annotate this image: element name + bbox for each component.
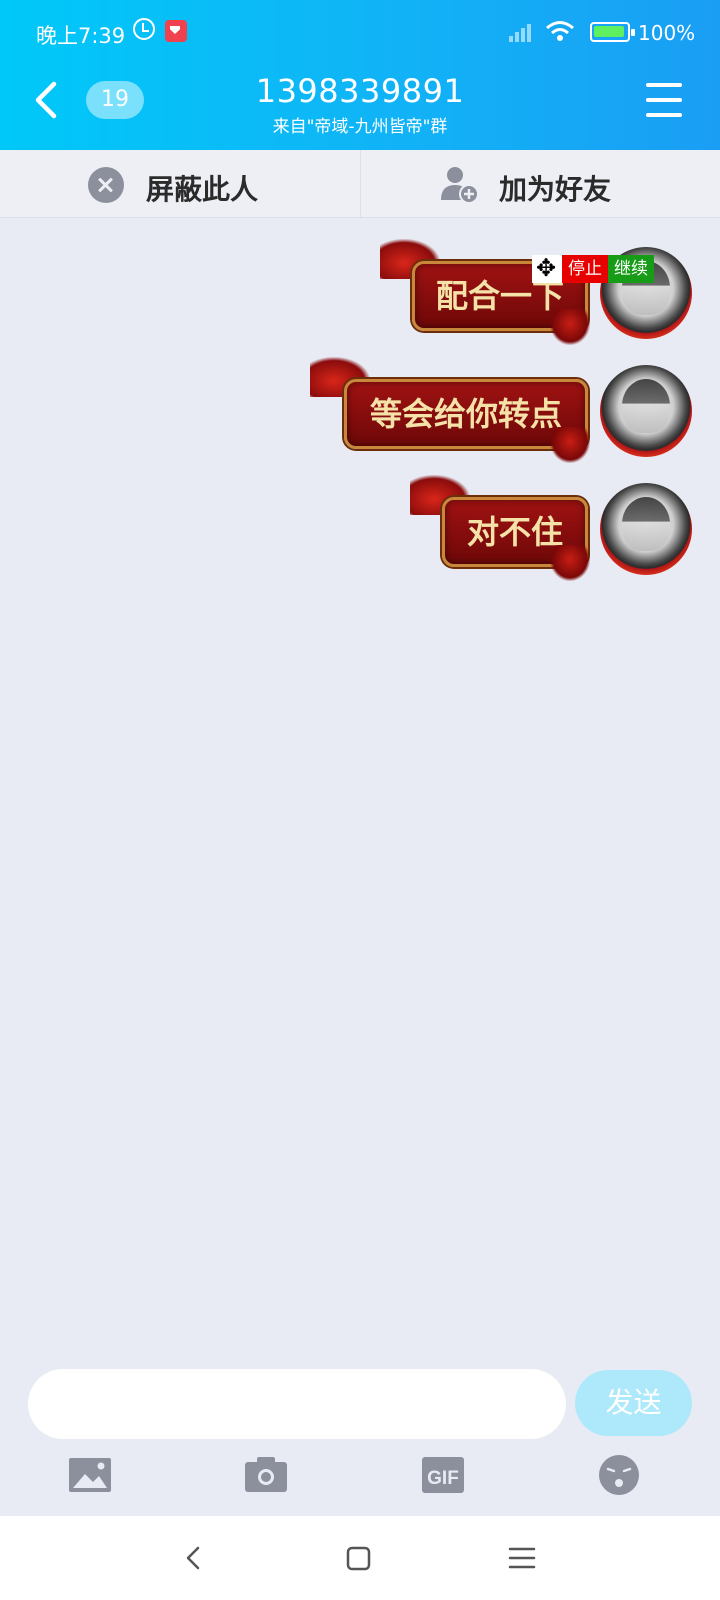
floating-control-overlay: 停止 继续 (532, 254, 654, 283)
block-user-button[interactable]: 屏蔽此人 (0, 150, 360, 218)
status-time: 晚上7:39 (36, 24, 126, 48)
message-list[interactable]: 配合一下 等会给你转点 对不住 (0, 219, 720, 1344)
signal-icon (509, 22, 535, 42)
nav-back-icon[interactable] (176, 1540, 212, 1576)
battery-icon (590, 22, 635, 42)
camera-icon[interactable] (243, 1454, 289, 1496)
chat-subtitle: 来自"帝域-九州皆帝"群 (272, 117, 448, 137)
message-item: 等会给你转点 (292, 357, 692, 467)
chat-title: 1398339891 (255, 72, 465, 110)
menu-icon[interactable] (646, 83, 682, 117)
avatar[interactable] (600, 365, 692, 457)
image-icon[interactable] (67, 1454, 113, 1496)
gif-icon-label: GIF (427, 1468, 459, 1489)
avatar[interactable] (600, 483, 692, 575)
back-icon[interactable] (30, 80, 66, 120)
composer: 发送 GIF (0, 1344, 720, 1495)
gif-icon[interactable]: GIF (420, 1454, 466, 1496)
emoji-icon[interactable] (596, 1454, 642, 1496)
alarm-icon (133, 18, 155, 40)
message-item: 对不住 (272, 475, 692, 585)
bubble-dragon-tail (550, 309, 590, 345)
status-bar: 晚上7:39 100% (0, 0, 720, 64)
app-header: 晚上7:39 100% 19 1398339891 来自"帝域-九州皆帝"群 (0, 0, 720, 150)
add-friend-button[interactable]: 加为好友 (360, 150, 720, 218)
add-friend-icon (441, 167, 479, 204)
block-user-label: 屏蔽此人 (146, 173, 259, 206)
move-handle-icon[interactable] (532, 254, 562, 283)
bubble-dragon-tail (550, 545, 590, 581)
block-icon (88, 167, 124, 203)
message-input[interactable] (28, 1369, 566, 1439)
stop-button[interactable]: 停止 (562, 255, 608, 283)
unread-count-badge[interactable]: 19 (86, 81, 144, 119)
battery-percent: 100% (638, 21, 696, 45)
action-bar: 屏蔽此人 加为好友 (0, 150, 720, 218)
continue-button[interactable]: 继续 (608, 255, 654, 283)
nav-home-icon[interactable] (340, 1540, 376, 1576)
app-notification-icon (165, 20, 187, 42)
wifi-icon (546, 21, 574, 41)
nav-recents-icon[interactable] (504, 1540, 540, 1576)
add-friend-label: 加为好友 (499, 173, 612, 206)
system-nav-bar (0, 1516, 720, 1600)
bubble-dragon-tail (550, 427, 590, 463)
send-button[interactable]: 发送 (575, 1370, 692, 1436)
